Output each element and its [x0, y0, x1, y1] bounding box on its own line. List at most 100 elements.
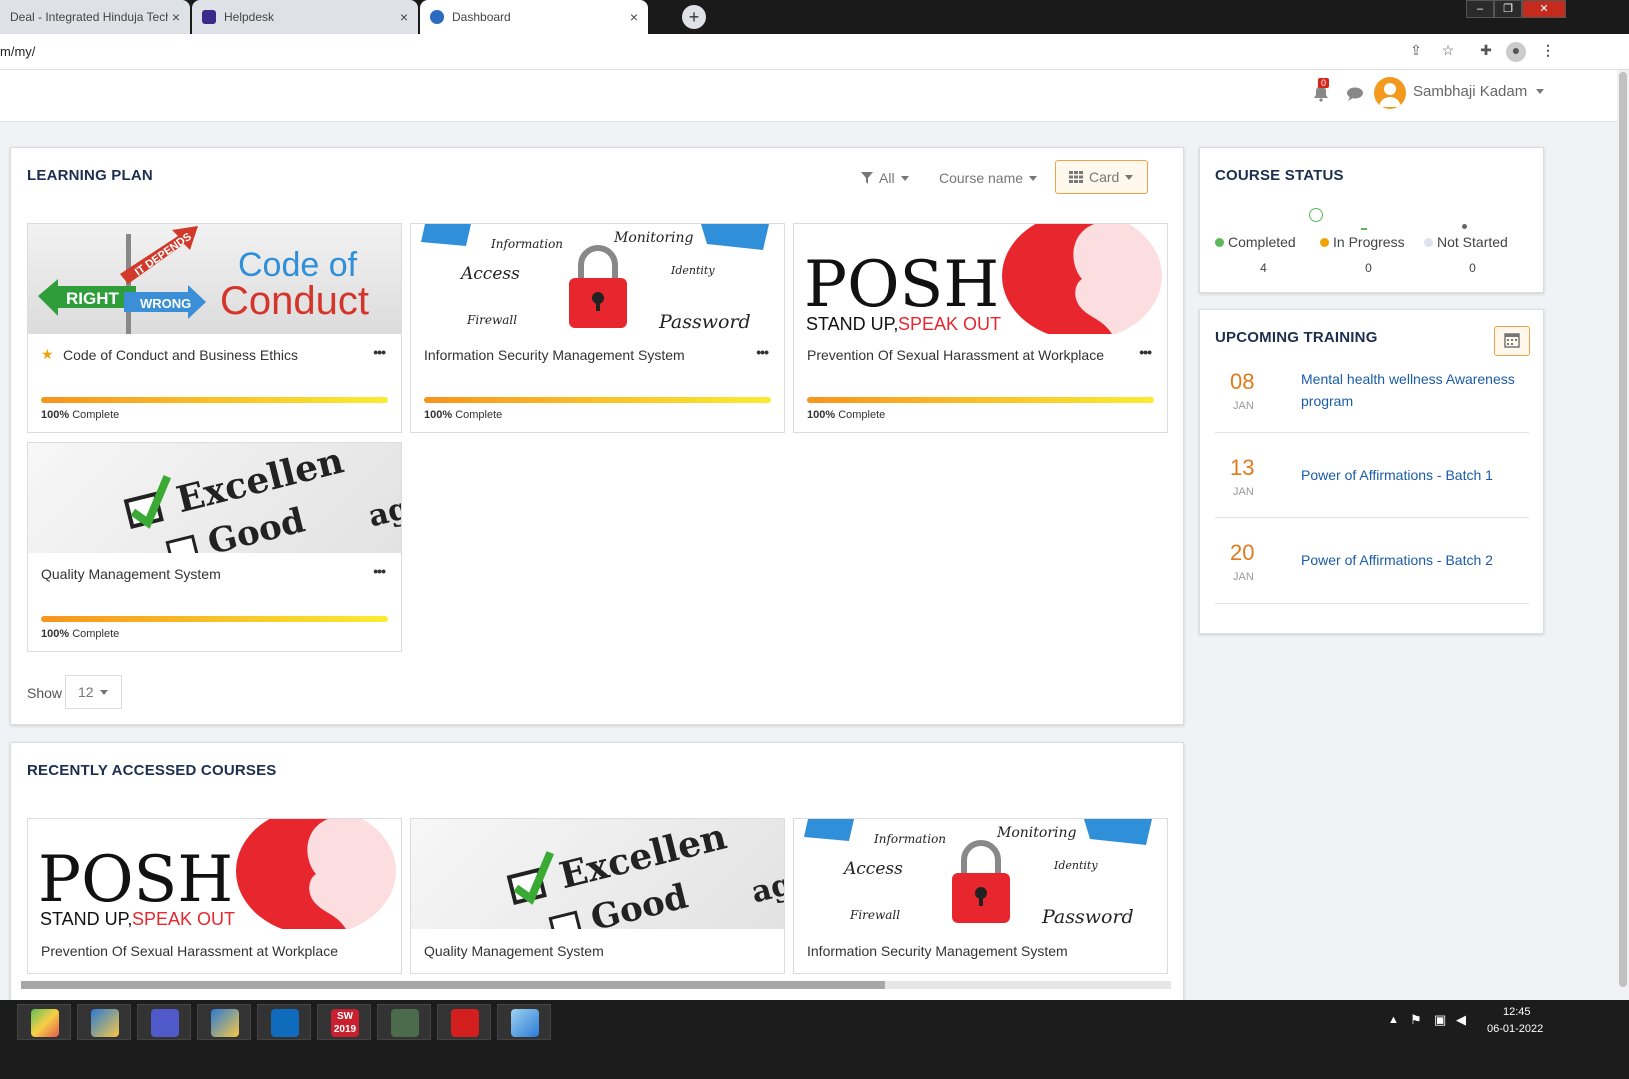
minimize-button[interactable]: –	[1466, 0, 1494, 18]
tab-dashboard[interactable]: Dashboard ×	[420, 0, 648, 34]
chevron-down-icon	[99, 689, 108, 695]
course-title[interactable]: Prevention Of Sexual Harassment at Workp…	[807, 347, 1104, 363]
clock-time[interactable]: 12:45	[1503, 1006, 1531, 1018]
course-card[interactable]: RIGHT WRONG IT DEPENDS Code of Conduct ★…	[27, 223, 402, 433]
progress-text: 100% Complete	[807, 409, 885, 421]
in-progress-dot-icon	[1320, 238, 1329, 247]
close-window-button[interactable]: ✕	[1522, 0, 1566, 18]
user-name[interactable]: Sambhaji Kadam	[1413, 83, 1527, 100]
scrollbar-thumb[interactable]	[1619, 72, 1627, 987]
clock-date[interactable]: 06-01-2022	[1487, 1023, 1543, 1035]
tab-close-icon[interactable]: ×	[400, 9, 408, 25]
scrollbar-thumb[interactable]	[21, 981, 885, 989]
more-options-icon[interactable]: •••	[1139, 344, 1152, 360]
page-size-value: 12	[78, 684, 94, 700]
course-title[interactable]: Code of Conduct and Business Ethics	[63, 347, 298, 363]
show-hidden-icons[interactable]: ▲	[1388, 1014, 1399, 1026]
posh-tag1: STAND UP,	[806, 314, 898, 334]
progress-bar	[424, 397, 771, 403]
event-name[interactable]: Power of Affirmations - Batch 2	[1301, 549, 1531, 571]
horizontal-scrollbar[interactable]	[21, 981, 1171, 989]
event-name[interactable]: Power of Affirmations - Batch 1	[1301, 464, 1531, 486]
course-card[interactable]: Excellen Good ag Quality Management Syst…	[27, 442, 402, 652]
isms-word: Access	[842, 859, 903, 879]
monitor-icon	[391, 1009, 419, 1037]
course-title[interactable]: Quality Management System	[424, 943, 604, 959]
coc-line2-text: Conduct	[220, 279, 369, 323]
recent-course-card[interactable]: POSH STAND UP, SPEAK OUT Prevention Of S…	[27, 818, 402, 974]
course-image-posh[interactable]: POSH STAND UP, SPEAK OUT	[28, 819, 401, 929]
restore-button[interactable]: ❐	[1494, 0, 1522, 18]
bookmark-star-icon[interactable]: ☆	[1438, 42, 1458, 62]
course-image-isms[interactable]: Information Monitoring Access Identity F…	[411, 224, 784, 334]
share-icon[interactable]: ⇪	[1406, 42, 1426, 62]
course-title[interactable]: Information Security Management System	[807, 943, 1068, 959]
course-image-posh[interactable]: POSH STAND UP, SPEAK OUT	[794, 224, 1167, 334]
extensions-icon[interactable]: ✚	[1476, 42, 1496, 62]
more-options-icon[interactable]: •••	[373, 563, 386, 579]
training-event[interactable]: 13 JAN Power of Affirmations - Batch 1	[1215, 433, 1529, 518]
status-value: 0	[1365, 261, 1372, 275]
progress-text: 100% Complete	[424, 409, 502, 421]
progress-text: 100% Complete	[41, 409, 119, 421]
more-options-icon[interactable]: •••	[756, 344, 769, 360]
view-dropdown[interactable]: Card	[1055, 160, 1148, 194]
tab-close-icon[interactable]: ×	[172, 9, 180, 25]
page-size-select[interactable]: 12	[65, 675, 122, 709]
app-icon	[91, 1009, 119, 1037]
menu-icon[interactable]: ⋮	[1538, 42, 1558, 62]
more-options-icon[interactable]: •••	[373, 344, 386, 360]
taskbar-app-monitor[interactable]	[377, 1004, 431, 1040]
training-event[interactable]: 20 JAN Power of Affirmations - Batch 2	[1215, 518, 1529, 604]
taskbar-app-solidworks[interactable]: SW 2019	[317, 1004, 371, 1040]
course-card[interactable]: POSH STAND UP, SPEAK OUT Prevention Of S…	[793, 223, 1168, 433]
chat-icon[interactable]	[1346, 86, 1364, 102]
not-started-dot-icon	[1424, 238, 1433, 247]
course-title[interactable]: Quality Management System	[41, 566, 221, 582]
event-month: JAN	[1233, 571, 1254, 583]
tab-close-icon[interactable]: ×	[630, 9, 638, 25]
taskbar-app-maps[interactable]	[17, 1004, 71, 1040]
training-event[interactable]: 08 JAN Mental health wellness Awareness …	[1215, 358, 1529, 433]
solidworks-icon: SW 2019	[331, 1009, 359, 1037]
volume-icon[interactable]: ◀	[1456, 1012, 1466, 1028]
filter-dropdown[interactable]: All	[861, 170, 909, 186]
course-image-isms[interactable]: Information Monitoring Access Identity F…	[794, 819, 1167, 929]
profile-icon[interactable]: ●	[1506, 42, 1526, 62]
chevron-down-icon[interactable]	[1536, 89, 1544, 94]
url-field[interactable]: m/my/	[0, 44, 35, 59]
course-card[interactable]: Information Monitoring Access Identity F…	[410, 223, 785, 433]
tab-helpdesk[interactable]: Helpdesk ×	[192, 0, 418, 34]
status-label: In Progress	[1333, 234, 1405, 250]
tab-deal[interactable]: Deal - Integrated Hinduja Tech E ×	[0, 0, 190, 34]
taskbar-app[interactable]	[197, 1004, 251, 1040]
course-title[interactable]: Information Security Management System	[424, 347, 685, 363]
taskbar-app[interactable]	[77, 1004, 131, 1040]
sort-dropdown[interactable]: Course name	[939, 170, 1038, 186]
page-scrollbar[interactable]	[1617, 70, 1629, 990]
recent-courses-panel: RECENTLY ACCESSED COURSES POSH STAND UP,…	[10, 742, 1184, 1002]
isms-word: Monitoring	[996, 825, 1076, 841]
course-image-qms[interactable]: Excellen Good ag	[28, 443, 401, 553]
isms-word: Firewall	[466, 313, 517, 327]
network-icon[interactable]: ▣	[1434, 1012, 1446, 1028]
taskbar-app-acrobat[interactable]	[437, 1004, 491, 1040]
taskbar-app-notepad[interactable]	[497, 1004, 551, 1040]
flag-icon[interactable]: ⚑	[1410, 1012, 1422, 1028]
course-image-code-of-conduct[interactable]: RIGHT WRONG IT DEPENDS Code of Conduct	[28, 224, 401, 334]
taskbar-app-outlook[interactable]	[257, 1004, 311, 1040]
panel-title: LEARNING PLAN	[27, 167, 153, 184]
new-tab-button[interactable]: +	[682, 5, 706, 29]
star-icon[interactable]: ★	[41, 346, 54, 363]
teams-icon	[151, 1009, 179, 1037]
completed-dot-icon	[1215, 238, 1224, 247]
avatar[interactable]	[1374, 77, 1406, 109]
course-image-qms[interactable]: Excellen Good ag	[411, 819, 784, 929]
taskbar-app-teams[interactable]	[137, 1004, 191, 1040]
event-name[interactable]: Mental health wellness Awareness program	[1301, 368, 1531, 412]
recent-course-card[interactable]: Excellen Good ag Quality Management Syst…	[410, 818, 785, 974]
progress-bar	[807, 397, 1154, 403]
course-title[interactable]: Prevention Of Sexual Harassment at Workp…	[41, 943, 338, 959]
recent-course-card[interactable]: Information Monitoring Access Identity F…	[793, 818, 1168, 974]
calendar-button[interactable]	[1494, 326, 1530, 356]
